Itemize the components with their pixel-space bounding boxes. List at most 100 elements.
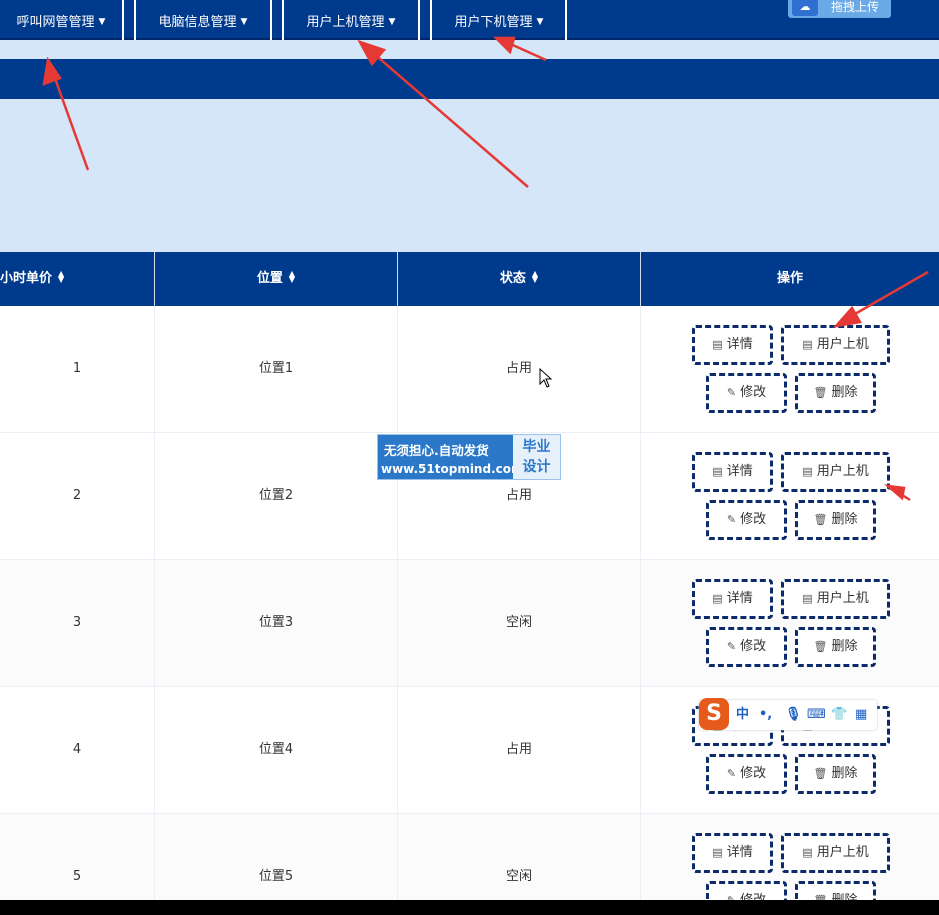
nav-item-computer-info[interactable]: 电脑信息管理 ▼: [136, 0, 270, 40]
column-label: 小时单价: [0, 271, 53, 286]
nav-item-label: 呼叫网管管理: [16, 15, 95, 30]
column-header-price[interactable]: 小时单价 ▲ ▼: [0, 252, 155, 306]
delete-label: 删除: [831, 639, 858, 654]
nav-item-call-admin[interactable]: 呼叫网管管理 ▼: [0, 0, 122, 40]
nav-item-user-offline[interactable]: 用户下机管理 ▼: [432, 0, 566, 40]
document-icon: ▤: [802, 846, 813, 859]
user-online-button[interactable]: ▤用户上机: [781, 452, 890, 492]
cell-location: 位置2: [155, 433, 398, 559]
cell-status: 占用: [398, 306, 641, 432]
cell-price: 1: [0, 306, 155, 432]
column-label: 位置: [256, 271, 283, 286]
cell-status: 占用: [398, 687, 641, 813]
document-icon: ▤: [712, 338, 723, 351]
chevron-down-icon: ▼: [388, 17, 396, 27]
detail-label: 详情: [726, 337, 753, 352]
edit-icon: ✎: [726, 767, 737, 780]
detail-label: 详情: [726, 591, 753, 606]
trash-icon: 🗑: [813, 513, 828, 526]
nav-separator: [418, 0, 420, 40]
chevron-down-icon: ▼: [240, 17, 248, 27]
nav-separator: [122, 0, 124, 40]
mouse-cursor-icon: [539, 368, 553, 388]
watermark-line2: www.51topmind.com: [381, 462, 524, 476]
column-header-location[interactable]: 位置 ▲ ▼: [155, 252, 398, 306]
edit-button[interactable]: ✎修改: [706, 500, 787, 540]
column-label: 操作: [776, 271, 803, 286]
detail-button[interactable]: ▤详情: [692, 579, 773, 619]
cell-actions: ▤详情 ▤用户上机 ✎修改 🗑删除: [641, 560, 939, 686]
nav-item-label: 用户下机管理: [454, 15, 533, 30]
shirt-icon[interactable]: 👕: [831, 705, 847, 725]
watermark-badge: 无须担心.自动发货 www.51topmind.com 毕业 设计: [377, 434, 561, 480]
user-online-button[interactable]: ▤用户上机: [781, 325, 890, 365]
annotation-arrow: [505, 40, 547, 62]
nav-separator: [270, 0, 272, 40]
user-online-button[interactable]: ▤用户上机: [781, 579, 890, 619]
document-icon: ▤: [802, 465, 813, 478]
delete-button[interactable]: 🗑删除: [795, 500, 876, 540]
ime-punctuation-toggle[interactable]: •,: [759, 705, 772, 725]
sort-icon[interactable]: ▲ ▼: [58, 269, 64, 283]
cell-price: 3: [0, 560, 155, 686]
column-header-status[interactable]: 状态 ▲ ▼: [398, 252, 641, 306]
mic-icon[interactable]: 🎙: [785, 705, 802, 725]
cell-location: 位置1: [155, 306, 398, 432]
column-label: 状态: [499, 271, 526, 286]
document-icon: ▤: [712, 846, 723, 859]
sort-icon[interactable]: ▲ ▼: [532, 269, 538, 283]
cell-actions: ▤详情 ▤用户上机 ✎修改 🗑删除: [641, 433, 939, 559]
edit-button[interactable]: ✎修改: [706, 754, 787, 794]
online-label: 用户上机: [816, 464, 869, 479]
delete-button[interactable]: 🗑删除: [795, 373, 876, 413]
detail-button[interactable]: ▤详情: [692, 452, 773, 492]
cell-price: 2: [0, 433, 155, 559]
trash-icon: 🗑: [813, 767, 828, 780]
upload-label: 拖拽上传: [831, 0, 880, 14]
edit-label: 修改: [740, 512, 767, 527]
cell-price: 4: [0, 687, 155, 813]
sogou-logo-icon[interactable]: S: [699, 698, 729, 730]
document-icon: ▤: [802, 592, 813, 605]
watermark-line1: 无须担心.自动发货: [384, 443, 489, 458]
nav-item-user-online[interactable]: 用户上机管理 ▼: [284, 0, 418, 40]
detail-label: 详情: [726, 464, 753, 479]
cloud-icon: ☁: [792, 0, 818, 16]
watermark-side: 毕业 设计: [513, 435, 560, 479]
bottom-bar: [0, 900, 939, 915]
document-icon: ▤: [712, 592, 723, 605]
delete-label: 删除: [831, 385, 858, 400]
table-header: 小时单价 ▲ ▼ 位置 ▲ ▼ 状态 ▲ ▼ 操作: [0, 252, 939, 306]
table-body: 1 位置1 占用 ▤ 详情 ▤ 用户上机 ✎ 修改 🗑 删除 2 位置2 占用 ▤ 详情 …: [0, 306, 939, 915]
cell-actions: ▤详情 ▤用户上机 ✎修改 🗑删除: [641, 306, 939, 432]
delete-button[interactable]: 🗑删除: [795, 627, 876, 667]
chevron-down-icon: ▼: [536, 17, 544, 27]
nav-separator: [565, 0, 567, 40]
trash-icon: 🗑: [813, 386, 828, 399]
nav-item-label: 电脑信息管理: [158, 15, 237, 30]
ime-toolbar[interactable]: S 中 •, 🎙 ⌨ 👕 ▦: [699, 698, 877, 730]
edit-button[interactable]: ✎修改: [706, 373, 787, 413]
edit-icon: ✎: [726, 386, 737, 399]
watermark-badge2: 设计: [522, 459, 551, 475]
sort-icon[interactable]: ▲ ▼: [289, 269, 295, 283]
document-icon: ▤: [802, 338, 813, 351]
chevron-down-icon: ▼: [98, 17, 106, 27]
edit-icon: ✎: [726, 513, 737, 526]
detail-button[interactable]: ▤详情: [692, 325, 773, 365]
detail-button[interactable]: ▤详情: [692, 833, 773, 873]
edit-label: 修改: [740, 385, 767, 400]
edit-label: 修改: [740, 766, 767, 781]
grid-icon[interactable]: ▦: [855, 705, 867, 725]
trash-icon: 🗑: [813, 640, 828, 653]
edit-button[interactable]: ✎修改: [706, 627, 787, 667]
delete-button[interactable]: 🗑删除: [795, 754, 876, 794]
delete-label: 删除: [831, 766, 858, 781]
ime-mode-toggle[interactable]: 中: [736, 705, 749, 725]
keyboard-icon[interactable]: ⌨: [807, 705, 826, 725]
edit-label: 修改: [740, 639, 767, 654]
online-label: 用户上机: [816, 337, 869, 352]
user-online-button[interactable]: ▤用户上机: [781, 833, 890, 873]
nav-item-label: 用户上机管理: [306, 15, 385, 30]
drag-upload-button[interactable]: ☁ 拖拽上传: [788, 0, 891, 18]
